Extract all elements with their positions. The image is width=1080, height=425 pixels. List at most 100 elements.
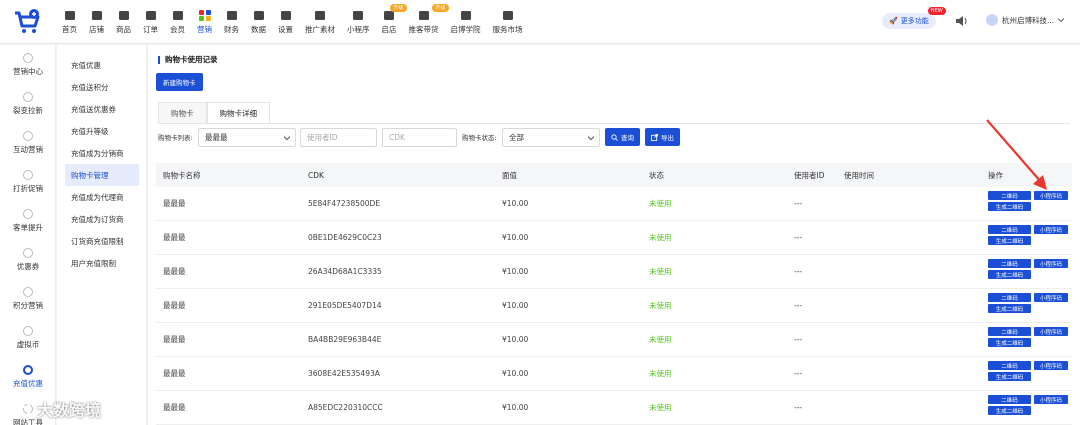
nav-item-6[interactable]: 财务 — [218, 0, 245, 44]
cdk-input[interactable]: CDK — [382, 128, 457, 147]
miniprogram-icon — [353, 10, 364, 20]
export-button[interactable]: 导出 — [645, 128, 680, 146]
nav-item-2[interactable]: 商品 — [110, 0, 137, 44]
nav-item-5[interactable]: 营销 — [191, 0, 218, 44]
subnav-item-7[interactable]: 充值成为订货商 — [65, 208, 139, 230]
sidebar-item-6[interactable]: 积分营销 — [0, 279, 56, 318]
search-button[interactable]: 查询 — [605, 128, 640, 146]
subnav-item-2[interactable]: 充值送优惠券 — [65, 98, 139, 120]
qrcode-button[interactable]: 二维码 — [988, 395, 1031, 404]
nav-label: 启店 — [381, 24, 397, 34]
nav-label: 小程序 — [347, 24, 370, 34]
subnav-item-9[interactable]: 用户充值限制 — [65, 252, 139, 274]
nav-item-14[interactable]: 服务市场 — [487, 0, 529, 44]
card-status-select[interactable]: 全部 — [502, 128, 600, 147]
mini-program-code-button[interactable]: 小程序码 — [1034, 191, 1068, 200]
order-icon — [145, 10, 156, 20]
marketing-icon — [198, 9, 211, 21]
generate-qrcode-button[interactable]: 生成二维码 — [988, 338, 1031, 347]
mini-program-code-button[interactable]: 小程序码 — [1034, 327, 1068, 336]
mini-program-code-button[interactable]: 小程序码 — [1034, 259, 1068, 268]
cart-logo-icon[interactable] — [12, 7, 42, 37]
qrcode-button[interactable]: 二维码 — [988, 259, 1031, 268]
mini-program-code-button[interactable]: 小程序码 — [1034, 361, 1068, 370]
sidebar-item-8[interactable]: 充值优惠 — [0, 357, 56, 396]
nav-item-3[interactable]: 订单 — [137, 0, 164, 44]
nav-item-12[interactable]: 推客带货 升级 — [403, 0, 449, 44]
subnav-item-1[interactable]: 充值送积分 — [65, 76, 139, 98]
mini-program-code-button[interactable]: 小程序码 — [1034, 225, 1068, 234]
sidebar-item-4[interactable]: 客单提升 — [0, 201, 56, 240]
mini-program-code-button[interactable]: 小程序码 — [1034, 293, 1068, 302]
nav-item-13[interactable]: 启博学院 — [445, 0, 487, 44]
new-card-button[interactable]: 新建购物卡 — [156, 73, 203, 91]
sidebar-item-1[interactable]: 裂变拉新 — [0, 84, 56, 123]
tab-card-detail[interactable]: 购物卡详细 — [206, 102, 270, 124]
face-value-cell: ¥10.00 — [502, 335, 529, 344]
generate-qrcode-button[interactable]: 生成二维码 — [988, 236, 1031, 245]
tab-card[interactable]: 购物卡 — [158, 102, 207, 124]
col-card-name: 购物卡名称 — [163, 170, 201, 180]
promoter-icon — [418, 10, 429, 20]
sidebar-icon — [23, 91, 33, 102]
nav-label: 会员 — [170, 24, 185, 34]
status-cell: 未使用 — [649, 267, 672, 276]
sub-sidebar: 充值优惠 充值送积分 充值送优惠券 充值升等级 充值成为分销商 购物卡管理 充值成为代理商充… — [57, 45, 147, 425]
subnav-item-5[interactable]: 购物卡管理 — [65, 164, 139, 186]
qrcode-button[interactable]: 二维码 — [988, 225, 1031, 234]
generate-qrcode-button[interactable]: 生成二维码 — [988, 202, 1031, 211]
sidebar-item-2[interactable]: 互动营销 — [0, 123, 56, 162]
nav-item-9[interactable]: 推广素材 — [299, 0, 341, 44]
subnav-item-8[interactable]: 订货商充值限制 — [65, 230, 139, 252]
nav-item-0[interactable]: 首页 — [56, 0, 83, 44]
generate-qrcode-button[interactable]: 生成二维码 — [988, 304, 1031, 313]
nav-item-11[interactable]: 启店 升级 — [376, 0, 407, 44]
subnav-item-3[interactable]: 充值升等级 — [65, 120, 139, 142]
generate-qrcode-button[interactable]: 生成二维码 — [988, 372, 1031, 381]
sidebar-item-0[interactable]: 营销中心 — [0, 45, 56, 84]
col-status: 状态 — [649, 170, 664, 180]
speaker-icon[interactable] — [955, 15, 967, 27]
mini-program-code-button[interactable]: 小程序码 — [1034, 395, 1068, 404]
nav-item-7[interactable]: 数据 — [245, 0, 272, 44]
nav-label: 店铺 — [89, 24, 104, 34]
col-use-time: 使用时间 — [844, 170, 874, 180]
user-id-input[interactable]: 使用者ID — [300, 128, 377, 147]
card-name-cell: 最最最 — [163, 301, 186, 310]
more-features-button[interactable]: 🚀 更多功能 NEW — [882, 7, 946, 29]
qrcode-button[interactable]: 二维码 — [988, 191, 1031, 200]
qrcode-button[interactable]: 二维码 — [988, 361, 1031, 370]
nav-item-8[interactable]: 设置 — [272, 0, 299, 44]
card-status-label: 购物卡状态: — [462, 134, 497, 142]
home-icon — [64, 10, 75, 20]
sidebar-item-7[interactable]: 虚拟币 — [0, 318, 56, 357]
filter-bar: 购物卡列表: 最最最 使用者ID CDK 购物卡状态: 全部 查询 导出 — [156, 128, 1076, 148]
generate-qrcode-button[interactable]: 生成二维码 — [988, 406, 1031, 415]
sidebar-icon — [23, 52, 33, 63]
status-cell: 未使用 — [649, 335, 672, 344]
nav-item-10[interactable]: 小程序 — [341, 0, 376, 44]
nav-item-1[interactable]: 店铺 — [83, 0, 110, 44]
table-body: 最最最 5E84F47238500DE ¥10.00 未使用 --- 二维码 小程序码 生成二… — [156, 187, 1072, 425]
qrcode-button[interactable]: 二维码 — [988, 293, 1031, 302]
cdk-cell: BA4BB29E963B44E — [308, 335, 382, 344]
user-id-cell: --- — [794, 403, 803, 412]
generate-qrcode-button[interactable]: 生成二维码 — [988, 270, 1031, 279]
new-badge: NEW — [927, 7, 946, 15]
sidebar-item-5[interactable]: 优惠券 — [0, 240, 56, 279]
sidebar-label: 互动营销 — [13, 144, 43, 154]
card-list-select[interactable]: 最最最 — [198, 128, 296, 147]
subnav-item-0[interactable]: 充值优惠 — [65, 54, 139, 76]
export-icon — [651, 133, 658, 141]
account-menu[interactable]: 杭州启博科技... — [986, 14, 1065, 26]
subnav-item-4[interactable]: 充值成为分销商 — [65, 142, 139, 164]
table-header: 购物卡名称 CDK 面值 状态 使用者ID 使用时间 操作 — [156, 163, 1072, 187]
subnav-item-6[interactable]: 充值成为代理商 — [65, 186, 139, 208]
top-navigation: 首页 店铺 商品 订单 会员 营销 财务 数据 设置 推广素材 小程序 启店 升级 推客带货 升级 启博学院 服… — [56, 0, 529, 44]
qrcode-button[interactable]: 二维码 — [988, 327, 1031, 336]
card-name-cell: 最最最 — [163, 369, 186, 378]
sidebar-item-3[interactable]: 打折促销 — [0, 162, 56, 201]
nav-item-4[interactable]: 会员 — [164, 0, 191, 44]
table-row: 最最最 A85EDC220310CCC ¥10.00 未使用 --- 二维码 小程序码 生成二… — [156, 391, 1072, 425]
user-id-cell: --- — [794, 301, 803, 310]
